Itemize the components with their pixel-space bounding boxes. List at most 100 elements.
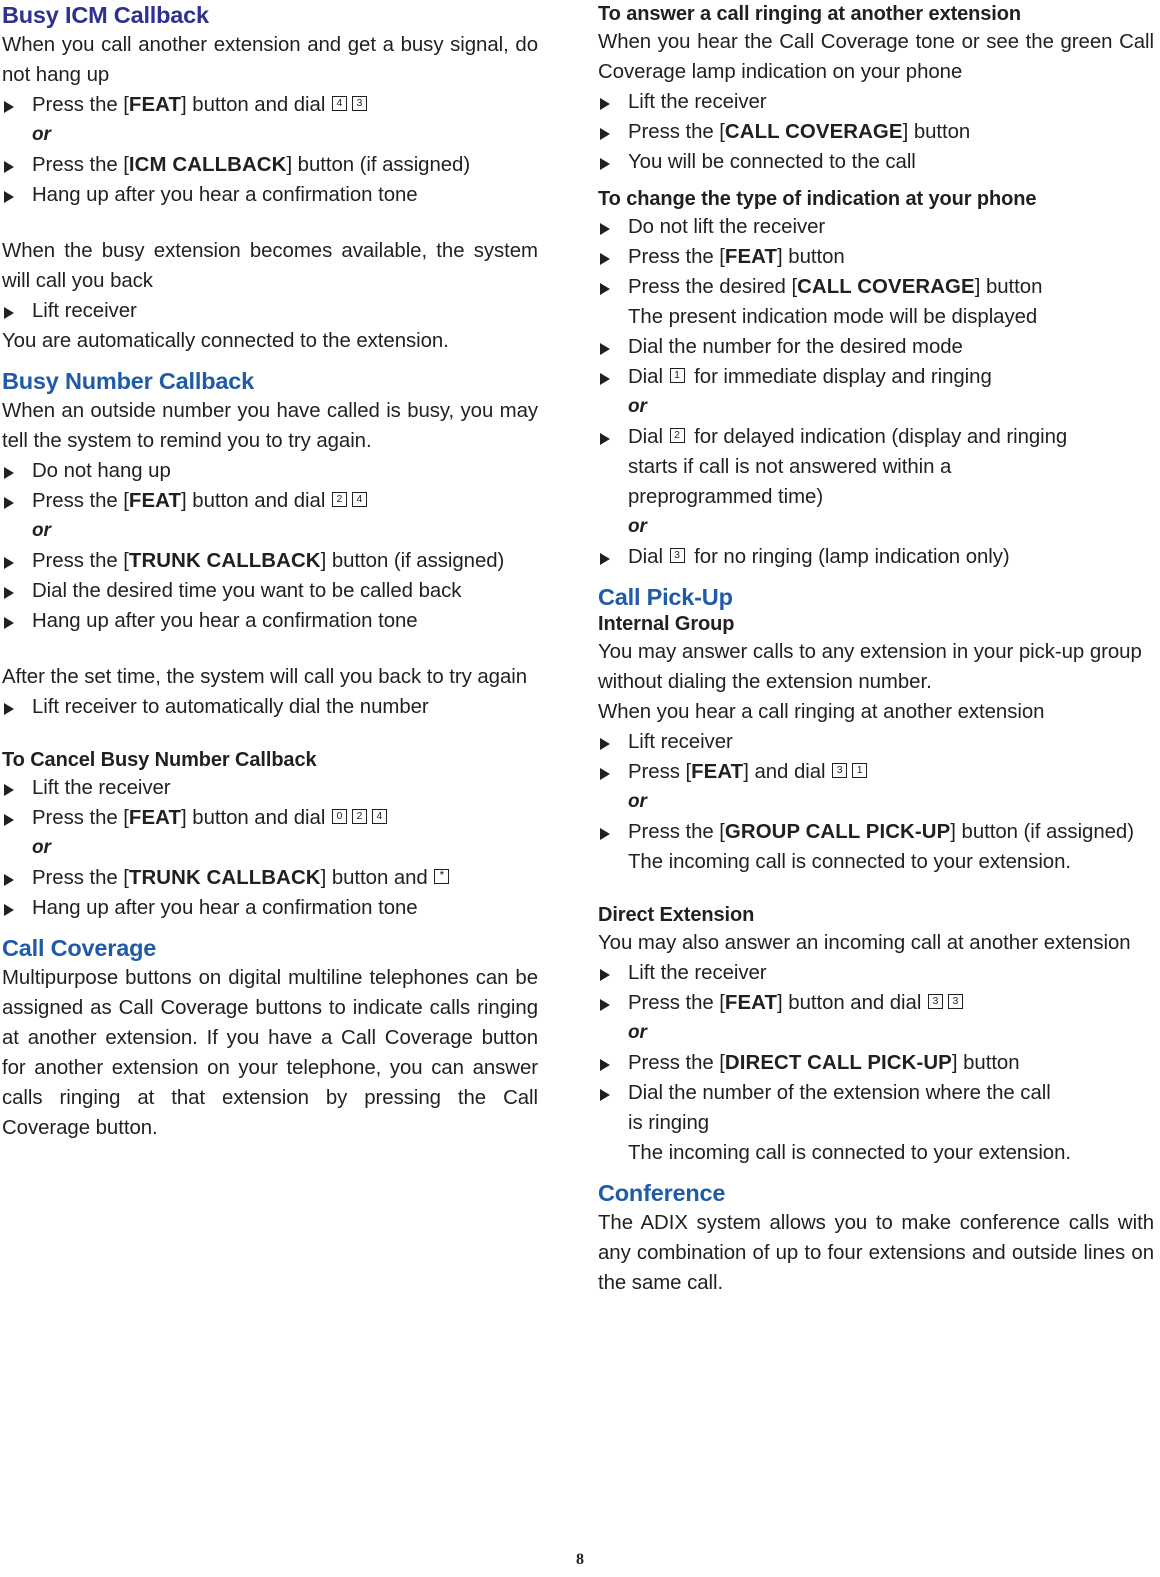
- step-text-post: for no ringing (lamp indication only): [688, 546, 1010, 568]
- direct-extension-steps: Lift the receiver Press the [FEAT] butto…: [598, 958, 1154, 1168]
- step-text: You will be connected to the call: [628, 151, 916, 173]
- step-item: Press the [FEAT] button and dial 24: [2, 486, 538, 516]
- step-text-post: for immediate display and ringing: [688, 366, 992, 388]
- step-text: Dial: [628, 366, 669, 388]
- section-heading-call-pick-up: Call Pick-Up: [598, 584, 733, 610]
- step-item: Press the [ICM CALLBACK] button (if assi…: [2, 150, 538, 180]
- subheading-direct-extension: Direct Extension: [598, 904, 755, 926]
- step-keyword: FEAT: [691, 761, 744, 783]
- step-text: Press the [: [32, 94, 129, 116]
- dial-key-4: 4: [350, 491, 370, 510]
- step-text-post: ] button and dial: [777, 992, 927, 1014]
- step-continuation: preprogrammed time): [628, 486, 824, 508]
- step-item: Press the desired [CALL COVERAGE] button: [598, 272, 1154, 302]
- step-text: Hang up after you hear a confirmation to…: [32, 610, 418, 632]
- call-coverage-intro: Multipurpose buttons on digital multilin…: [2, 967, 538, 1139]
- step-item: Lift receiver to automatically dial the …: [2, 692, 538, 722]
- step-keyword: ICM CALLBACK: [128, 154, 287, 176]
- dial-key-1: 1: [851, 762, 870, 781]
- or-separator: or: [32, 520, 51, 541]
- step-text-post: ] button: [777, 246, 845, 268]
- step-text: Press the desired [: [628, 276, 798, 298]
- step-text-post: ] button (if assigned): [286, 154, 471, 176]
- step-item: Do not hang up: [2, 456, 538, 486]
- dial-key-2: 2: [350, 808, 370, 827]
- step-text-post: ] and dial: [743, 761, 832, 783]
- step-text: Press the [: [628, 121, 725, 143]
- step-text: Hang up after you hear a confirmation to…: [32, 184, 418, 206]
- dial-key-1: 1: [668, 367, 688, 386]
- step-text: Press the [: [628, 992, 725, 1014]
- busy-number-followup: After the set time, the system will call…: [2, 666, 528, 688]
- dial-key-3-second: 3: [946, 993, 966, 1012]
- step-item: Press the [CALL COVERAGE] button: [598, 117, 1154, 147]
- step-keyword: CALL COVERAGE: [797, 276, 975, 298]
- step-item: Press the [FEAT] button and dial 33: [598, 988, 1154, 1018]
- step-text: Press the [: [32, 867, 129, 889]
- step-text: Press the [: [32, 490, 129, 512]
- step-text: Press the [: [32, 550, 129, 572]
- step-item: Press the [TRUNK CALLBACK] button and *: [2, 863, 538, 893]
- step-item: Do not lift the receiver: [598, 212, 1154, 242]
- step-keyword: CALL COVERAGE: [724, 121, 903, 143]
- step-item: Dial the number of the extension where t…: [598, 1078, 1154, 1108]
- internal-group-intro2: When you hear a call ringing at another …: [598, 701, 1045, 723]
- step-keyword: FEAT: [128, 807, 182, 829]
- step-continuation: starts if call is not answered within a: [628, 456, 952, 478]
- step-item: Lift receiver: [598, 727, 1154, 757]
- step-item: Press the [FEAT] button and dial 024: [2, 803, 538, 833]
- step-continuation: The incoming call is connected to your e…: [628, 851, 1071, 873]
- step-keyword: FEAT: [128, 490, 182, 512]
- page-number: 8: [576, 1551, 584, 1568]
- step-text: Lift receiver to automatically dial the …: [32, 696, 429, 718]
- step-item: Lift the receiver: [598, 87, 1154, 117]
- step-text: Do not lift the receiver: [628, 216, 826, 238]
- step-text: Lift the receiver: [628, 91, 767, 113]
- step-item: Lift receiver: [2, 296, 538, 326]
- step-item: Press the [FEAT] button: [598, 242, 1154, 272]
- right-column: To answer a call ringing at another exte…: [598, 2, 1154, 1298]
- step-text: Dial the desired time you want to be cal…: [32, 580, 462, 602]
- step-text: Press the [: [628, 1052, 725, 1074]
- step-item: Press the [GROUP CALL PICK-UP] button (i…: [598, 817, 1154, 847]
- step-text-post: ] button and dial: [181, 490, 331, 512]
- step-item: Hang up after you hear a confirmation to…: [2, 606, 538, 636]
- step-keyword: FEAT: [724, 992, 778, 1014]
- step-text: Lift the receiver: [628, 962, 767, 984]
- or-separator: or: [628, 396, 647, 417]
- step-text: Lift receiver: [628, 731, 733, 753]
- step-text: Press the [: [628, 821, 725, 843]
- direct-extension-intro: You may also answer an incoming call at …: [598, 932, 1131, 954]
- dial-key-2: 2: [330, 491, 350, 510]
- step-keyword: FEAT: [128, 94, 182, 116]
- dial-key-3: 3: [668, 547, 688, 566]
- step-text: Dial: [628, 546, 669, 568]
- dial-key-3: 3: [350, 95, 370, 114]
- step-continuation: The incoming call is connected to your e…: [628, 1142, 1071, 1164]
- step-keyword: TRUNK CALLBACK: [128, 550, 321, 572]
- step-text: Press the [: [628, 246, 725, 268]
- subheading-internal-group: Internal Group: [598, 613, 735, 635]
- section-heading-call-coverage: Call Coverage: [2, 935, 157, 961]
- step-text: Lift receiver: [32, 300, 137, 322]
- step-item: Hang up after you hear a confirmation to…: [2, 180, 538, 210]
- dial-key-star: *: [433, 868, 452, 887]
- step-continuation: The present indication mode will be disp…: [628, 306, 1038, 328]
- or-separator: or: [628, 516, 647, 537]
- step-item: Press the [DIRECT CALL PICK-UP] button: [598, 1048, 1154, 1078]
- conference-intro: The ADIX system allows you to make confe…: [598, 1212, 1154, 1294]
- or-separator: or: [32, 837, 51, 858]
- step-item: Dial the number for the desired mode: [598, 332, 1154, 362]
- answer-call-steps: Lift the receiver Press the [CALL COVERA…: [598, 87, 1154, 177]
- step-item: Lift the receiver: [2, 773, 538, 803]
- step-item: Press [FEAT] and dial 31: [598, 757, 1154, 787]
- busy-icm-followup-steps: Lift receiver: [2, 296, 538, 326]
- or-separator: or: [32, 124, 51, 145]
- busy-icm-closing: You are automatically connected to the e…: [2, 330, 449, 352]
- answer-call-intro: When you hear the Call Coverage tone or …: [598, 31, 1154, 83]
- step-text-post: ] button: [902, 121, 971, 143]
- step-item: Lift the receiver: [598, 958, 1154, 988]
- step-text: Press the [: [32, 807, 129, 829]
- step-text-post: ] button and dial: [181, 807, 331, 829]
- step-text-post: ] button: [951, 1052, 1020, 1074]
